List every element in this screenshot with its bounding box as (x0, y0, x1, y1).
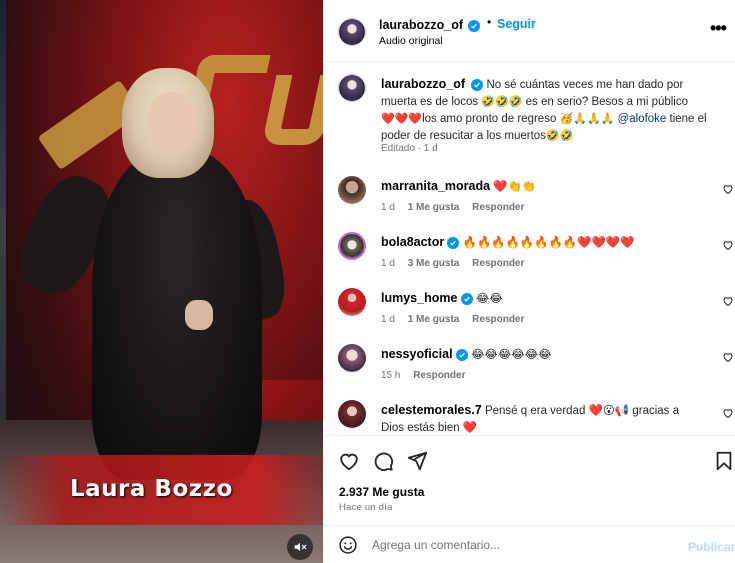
post-time[interactable]: Hace un día (339, 502, 392, 513)
comment-item: bola8actor 🔥🔥🔥🔥🔥🔥🔥🔥❤️❤️❤️❤️ 1 d 3 Me gus… (324, 232, 735, 288)
caption-text-part: es en serio? Besos a mi público (522, 96, 689, 108)
caption-emoji: 🤣🤣🤣 (481, 96, 523, 108)
commenter-avatar[interactable] (338, 288, 366, 316)
comment-meta: 1 d 1 Me gusta Responder (381, 202, 534, 213)
post-media[interactable]: Laura Bozzo (0, 0, 323, 563)
heart-icon[interactable] (722, 295, 734, 307)
comment-item: lumys_home 😂😂 1 d 1 Me gusta Responder (324, 288, 735, 344)
add-comment-bar: Publicar (324, 525, 735, 563)
reply-button[interactable]: Responder (472, 202, 524, 213)
verified-badge-icon (447, 237, 460, 249)
commenter-avatar[interactable] (338, 400, 366, 428)
comment-meta: 1 d 1 Me gusta Responder (381, 314, 534, 325)
owner-username[interactable]: laurabozzo_of (379, 18, 463, 32)
caption-text-part: los amo pronto de regreso (422, 113, 560, 125)
heart-icon[interactable] (722, 407, 734, 419)
caption-emoji: 🤣🤣 (545, 130, 574, 142)
caption-emoji: 🥳🙏🙏🙏 (559, 113, 615, 125)
commenter-username[interactable]: celestemorales.7 (381, 403, 482, 417)
person-body (92, 150, 262, 480)
comment-text: nessyoficial 😂😂😂😂😂😂 (381, 346, 701, 364)
caption-avatar[interactable] (338, 74, 366, 102)
comment-likes[interactable]: 1 Me gusta (408, 202, 460, 213)
mute-button[interactable] (287, 534, 313, 560)
publish-button[interactable]: Publicar (688, 540, 735, 554)
commenter-username[interactable]: lumys_home (381, 291, 457, 305)
comment-likes[interactable]: 3 Me gusta (408, 258, 460, 269)
post-header: laurabozzo_of • Seguir Audio original ••… (324, 0, 735, 62)
caption-text: laurabozzo_of No sé cuántas veces me han… (381, 76, 716, 145)
audio-label[interactable]: Audio original (379, 35, 443, 47)
follow-button[interactable]: Seguir (497, 17, 536, 31)
person-face (148, 92, 196, 154)
verified-badge-icon (467, 20, 480, 32)
reply-button[interactable]: Responder (413, 370, 465, 381)
comment-body: 🔥🔥🔥🔥🔥🔥🔥🔥❤️❤️❤️❤️ (462, 237, 635, 249)
comment-body: 😂😂😂😂😂😂 (470, 349, 552, 361)
comment-bubble-icon[interactable] (372, 450, 394, 472)
verified-badge-icon (471, 79, 484, 91)
caption-meta: Editado · 1 d (381, 143, 438, 154)
comment-time[interactable]: 1 d (381, 314, 395, 325)
reply-button[interactable]: Responder (472, 314, 524, 325)
smiley-icon[interactable] (338, 535, 358, 555)
comment-meta: 15 h Responder (381, 370, 475, 381)
comment-body: 😂😂 (475, 293, 503, 305)
comment-text: bola8actor 🔥🔥🔥🔥🔥🔥🔥🔥❤️❤️❤️❤️ (381, 234, 701, 252)
ellipsis-icon[interactable]: ••• (710, 18, 727, 39)
commenter-username[interactable]: nessyoficial (381, 347, 453, 361)
commenter-avatar[interactable] (338, 176, 366, 204)
reply-button[interactable]: Responder (472, 258, 524, 269)
verified-badge-icon (460, 293, 473, 305)
comment-item: marranita_morada ❤️👏👏 1 d 1 Me gusta Res… (324, 176, 735, 232)
caption-username[interactable]: laurabozzo_of (381, 77, 465, 91)
comment-text: lumys_home 😂😂 (381, 290, 701, 308)
comment-body: ❤️👏👏 (493, 181, 537, 193)
post-panel: laurabozzo_of • Seguir Audio original ••… (323, 0, 735, 563)
speaker-muted-icon (294, 542, 307, 552)
heart-icon[interactable] (722, 183, 734, 195)
comment-meta: 1 d 3 Me gusta Responder (381, 258, 534, 269)
verified-badge-icon (455, 349, 468, 361)
caption-emoji: ❤️❤️❤️ (381, 113, 423, 125)
owner-username-row[interactable]: laurabozzo_of (379, 16, 480, 34)
comments-list[interactable]: laurabozzo_of No sé cuántas veces me han… (324, 62, 735, 435)
comment-input[interactable] (372, 535, 672, 555)
likes-count[interactable]: 2.937 Me gusta (339, 485, 424, 499)
commenter-avatar[interactable] (338, 232, 366, 260)
owner-avatar[interactable] (338, 18, 366, 46)
heart-icon[interactable] (722, 351, 734, 363)
comment-text: celestemorales.7 Pensé q era verdad ❤️😮📢… (381, 402, 701, 435)
commenter-username[interactable]: bola8actor (381, 235, 444, 249)
heart-icon[interactable] (338, 450, 360, 472)
commenter-avatar[interactable] (338, 344, 366, 372)
comment-text: marranita_morada ❤️👏👏 (381, 178, 701, 196)
person-hand (185, 300, 213, 330)
comment-item: celestemorales.7 Pensé q era verdad ❤️😮📢… (324, 400, 735, 435)
commenter-username[interactable]: marranita_morada (381, 179, 490, 193)
separator-dot: • (487, 15, 492, 29)
action-bar: 2.937 Me gusta Hace un día (324, 435, 735, 525)
mention-link[interactable]: @alofoke (618, 113, 667, 125)
heart-icon[interactable] (722, 239, 734, 251)
paper-plane-icon[interactable] (406, 450, 428, 472)
comment-likes[interactable]: 1 Me gusta (408, 314, 460, 325)
comment-item: nessyoficial 😂😂😂😂😂😂 15 h Responder (324, 344, 735, 400)
comment-time[interactable]: 1 d (381, 258, 395, 269)
comment-time[interactable]: 1 d (381, 202, 395, 213)
lower-third-text: Laura Bozzo (70, 476, 233, 502)
comment-time[interactable]: 15 h (381, 370, 400, 381)
bookmark-icon[interactable] (713, 450, 735, 472)
